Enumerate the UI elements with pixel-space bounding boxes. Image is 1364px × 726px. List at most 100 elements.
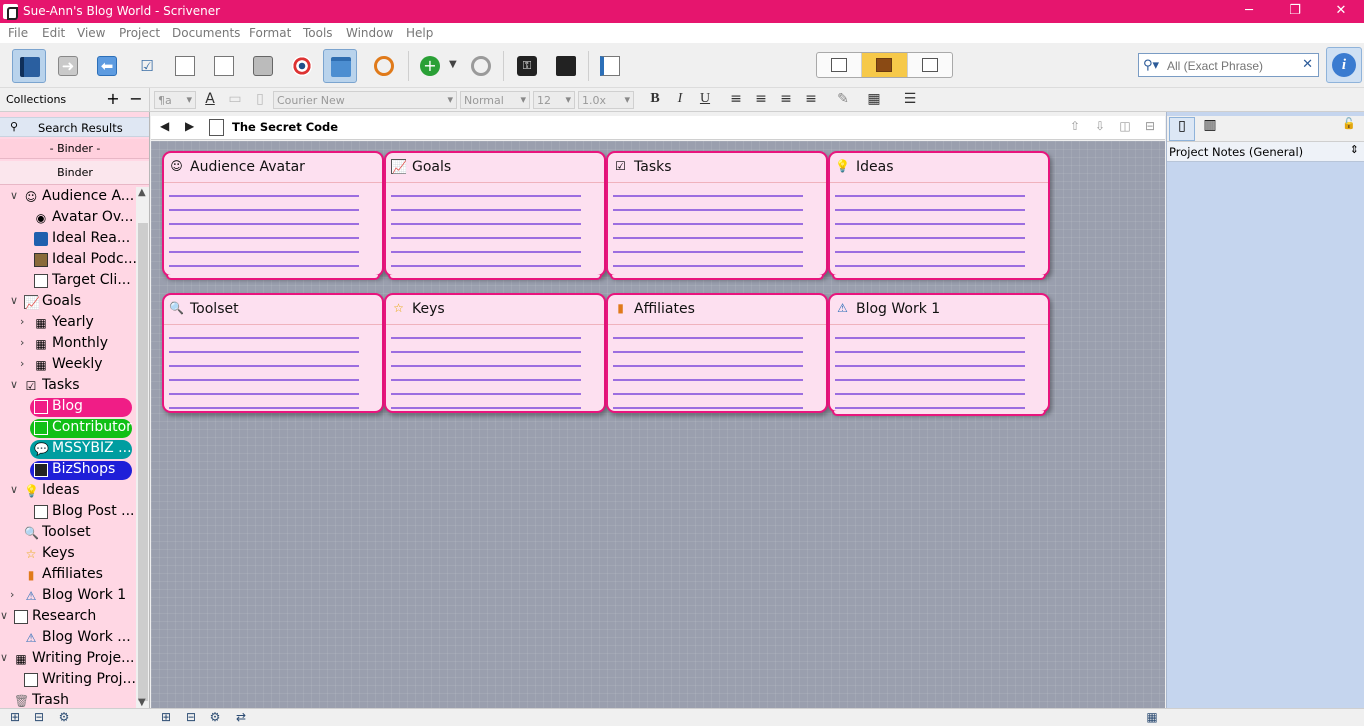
index-card[interactable]: ⚠ Blog Work 1	[828, 293, 1050, 417]
menu-file[interactable]: File	[8, 26, 28, 40]
binder-item-blog-work-2[interactable]: ⚠ Blog Work ...	[0, 628, 136, 649]
binder-item-contributor[interactable]: Contributor	[0, 418, 136, 439]
underline-button[interactable]: U	[695, 91, 715, 109]
compile-button[interactable]	[593, 49, 627, 83]
binder-item-writing-proj[interactable]: Writing Proj...	[0, 670, 136, 691]
card-synopsis[interactable]	[391, 337, 581, 417]
up-arrow-icon[interactable]: ⇧	[1066, 119, 1084, 135]
updown-icon[interactable]: ⇕	[1350, 143, 1359, 156]
down-arrow-icon[interactable]: ⇩	[1091, 119, 1109, 135]
style-icon[interactable]: ▯	[250, 91, 270, 109]
go-forward-button[interactable]: ➜	[51, 49, 85, 83]
highlight-icon[interactable]: ▭	[225, 91, 245, 109]
restore-button[interactable]: ❐	[1272, 0, 1318, 23]
add-document-icon[interactable]: ⊞	[157, 710, 175, 726]
card-synopsis[interactable]	[169, 337, 359, 417]
index-card[interactable]: ☆ Keys	[384, 293, 606, 417]
split-horizontal-icon[interactable]: ⊟	[1141, 119, 1159, 135]
targets-button[interactable]	[285, 49, 319, 83]
card-synopsis[interactable]	[391, 195, 581, 275]
binder-item-research[interactable]: ∨ Research	[0, 607, 136, 628]
corkboard[interactable]: ☺ Audience Avatar 📈 Goals ☑ Tasks 💡 Ideas 🔍 T…	[151, 141, 1165, 708]
remove-collection-button[interactable]: −	[126, 89, 146, 109]
card-synopsis[interactable]	[169, 195, 359, 275]
font-family-select[interactable]: Courier New	[273, 91, 457, 109]
bookmarks-tab[interactable]: ▥	[1197, 117, 1223, 141]
table-icon[interactable]: ▦	[864, 91, 884, 109]
binder-item-ideal-reader[interactable]: Ideal Rea...	[0, 229, 136, 250]
binder-item-avatar-overview[interactable]: ◉ Avatar Ov...	[0, 208, 136, 229]
scrivenings-view-button[interactable]	[817, 53, 863, 77]
keywords-button[interactable]: ⚿	[510, 49, 544, 83]
menu-documents[interactable]: Documents	[172, 26, 240, 40]
list-icon[interactable]: ☰	[900, 91, 920, 109]
index-card[interactable]: 💡 Ideas	[828, 151, 1050, 280]
index-card[interactable]: ▮ Affiliates	[606, 293, 828, 417]
binder-toggle-button[interactable]	[12, 49, 46, 83]
delete-button[interactable]	[464, 49, 498, 83]
menu-edit[interactable]: Edit	[42, 26, 65, 40]
menu-project[interactable]: Project	[119, 26, 160, 40]
search-results-collection[interactable]: ⚲ Search Results	[0, 117, 149, 137]
corkboard-view-button[interactable]	[862, 53, 908, 77]
history-forward-button[interactable]: ▶	[185, 119, 194, 133]
move-up-button[interactable]	[168, 49, 202, 83]
add-button[interactable]: +	[413, 49, 447, 83]
clear-search-icon[interactable]: ✕	[1302, 57, 1313, 72]
binder-item-blog-post[interactable]: Blog Post ...	[0, 502, 136, 523]
close-button[interactable]: ✕	[1318, 0, 1364, 23]
project-notes-header[interactable]: Project Notes (General) ⇕	[1167, 142, 1364, 162]
add-document-icon[interactable]: ⊞	[6, 710, 24, 726]
inspector-toggle-button[interactable]: i	[1326, 47, 1362, 83]
align-left-icon[interactable]: ≡	[726, 91, 746, 109]
split-vertical-icon[interactable]: ◫	[1116, 119, 1134, 135]
menu-window[interactable]: Window	[346, 26, 393, 40]
menu-format[interactable]: Format	[249, 26, 291, 40]
binder-item-toolset[interactable]: 🔍 Toolset	[0, 523, 136, 544]
gear-icon[interactable]: ⚙	[55, 710, 73, 726]
pen-icon[interactable]: ✎	[833, 91, 853, 109]
add-collection-button[interactable]: +	[102, 89, 124, 109]
index-card[interactable]: ☑ Tasks	[606, 151, 828, 280]
font-size-select[interactable]: 12	[533, 91, 575, 109]
menu-view[interactable]: View	[77, 26, 105, 40]
minimize-button[interactable]: ─	[1226, 0, 1272, 23]
scroll-up-icon[interactable]: ▲	[138, 187, 146, 198]
scroll-thumb[interactable]	[138, 223, 148, 701]
text-color-icon[interactable]: A	[200, 91, 220, 109]
menu-help[interactable]: Help	[406, 26, 433, 40]
binder-item-blog[interactable]: Blog	[0, 397, 136, 418]
binder-item-writing-project[interactable]: ∨ ▦ Writing Proje...	[0, 649, 136, 670]
search-input[interactable]	[1167, 57, 1297, 74]
binder-item-trash[interactable]: 🗑 Trash	[0, 691, 136, 708]
grid-view-icon[interactable]: ▦	[1143, 710, 1161, 726]
add-dropdown-button[interactable]: ▼	[446, 49, 462, 83]
lock-button[interactable]: 🔓	[1337, 117, 1361, 141]
align-justify-icon[interactable]: ≡	[776, 91, 796, 109]
index-card[interactable]: ☺ Audience Avatar	[162, 151, 384, 280]
index-card[interactable]: 🔍 Toolset	[162, 293, 384, 417]
binder-collection-tab[interactable]: - Binder -	[0, 139, 149, 159]
binder-item-yearly[interactable]: › ▦ Yearly	[0, 313, 136, 334]
binder-item-target-client[interactable]: Target Cli...	[0, 271, 136, 292]
open-folder-button[interactable]	[323, 49, 357, 83]
notes-tab[interactable]: ▯	[1169, 117, 1195, 141]
bold-button[interactable]: B	[645, 91, 665, 109]
line-spacing-select[interactable]: 1.0x	[578, 91, 634, 109]
flag-button[interactable]: ☑	[130, 49, 164, 83]
document-icon[interactable]	[209, 119, 224, 136]
align-right-icon[interactable]: ≡	[801, 91, 821, 109]
add-folder-icon[interactable]: ⊟	[182, 710, 200, 726]
binder-item-audience-avatar[interactable]: ∨ ☺ Audience A...	[0, 187, 136, 208]
add-folder-icon[interactable]: ⊟	[30, 710, 48, 726]
binder-item-mssybiz[interactable]: 💬 MSSYBIZ ...	[0, 439, 136, 460]
sync-button[interactable]	[367, 49, 401, 83]
binder-item-goals[interactable]: ∨ 📈 Goals	[0, 292, 136, 313]
binder-item-ideal-podcast[interactable]: Ideal Podc...	[0, 250, 137, 271]
index-card[interactable]: 📈 Goals	[384, 151, 606, 280]
binder-item-weekly[interactable]: › ▦ Weekly	[0, 355, 136, 376]
italic-button[interactable]: I	[670, 91, 690, 109]
outliner-view-button[interactable]	[908, 53, 952, 77]
card-synopsis[interactable]	[835, 195, 1025, 275]
binder-item-tasks[interactable]: ∨ ☑ Tasks	[0, 376, 136, 397]
